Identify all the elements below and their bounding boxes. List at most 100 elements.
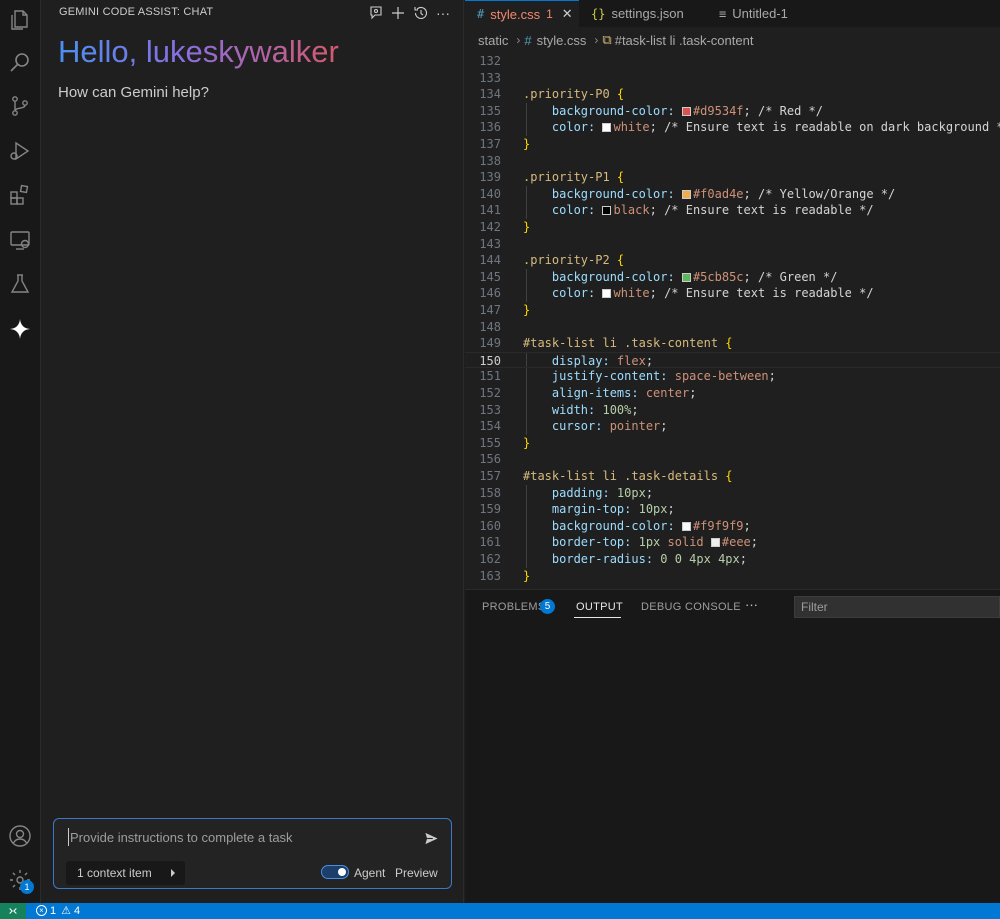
code-token: align-items: [523,386,646,400]
code-line[interactable]: 139 .priority-P1 { [465,169,1000,186]
code-line[interactable]: 160 background-color: #f9f9f9; [465,517,1000,535]
code-line[interactable]: 143 [465,236,1000,253]
tab-untitled-1[interactable]: ≡ Untitled-1 [705,0,817,27]
account-icon[interactable] [6,822,34,850]
line-number: 134 [479,87,501,102]
code-line[interactable]: 150 display: flex; [465,351,1000,369]
code-line[interactable]: 159 margin-top: 10px; [465,501,1000,518]
chat-prompt-input[interactable] [68,828,408,846]
color-swatch[interactable] [602,123,612,133]
code-line[interactable]: 147} [465,302,1000,319]
testing-icon[interactable] [6,270,34,298]
tab-style-css[interactable]: # style.css 1 ✕ [465,0,579,27]
search-icon[interactable] [6,49,34,77]
color-swatch[interactable] [602,206,612,216]
code-token: cursor: [523,419,610,434]
code-token: color: [523,286,603,301]
warning-icon: ⚠ [61,905,71,917]
code-line[interactable]: 146 color: white; /* Ensure text is read… [465,285,1000,302]
code-token: .priority-P1 [523,170,617,185]
code-line[interactable]: 136 color: white; /* Ensure text is read… [465,119,1000,136]
code-line[interactable]: 161 border-top: 1px solid #eee; [465,534,1000,551]
code-token: { [725,469,733,483]
extensions-icon[interactable] [6,181,34,209]
breadcrumb-symbol[interactable]: #task-list li .task-content [615,33,754,48]
tab-debug-console[interactable]: DEBUG CONSOLE [641,601,741,613]
code-line[interactable]: 135 background-color: #d9534f; /* Red */ [465,102,1000,120]
code-line[interactable]: 162 border-radius: 0 0 4px 4px; [465,551,1000,568]
tab-output[interactable]: OUTPUT [576,601,623,613]
chat-header: GEMINI CODE ASSIST: CHAT ··· [41,0,464,26]
code-line[interactable]: 144 .priority-P2 { [465,252,1000,269]
code-token: /* Green */ [757,269,838,284]
breadcrumb-file[interactable]: style.css [537,33,587,48]
line-number: 138 [479,153,501,168]
line-number: 144 [479,253,501,268]
tab-problems[interactable]: PROBLEMS [482,601,546,613]
code-token: pointer [609,419,661,434]
code-token: /* Ensure text is readable */ [664,286,874,301]
agent-toggle[interactable] [321,865,349,879]
color-swatch[interactable] [681,189,691,199]
code-line[interactable]: 148 [465,319,1000,336]
code-line[interactable]: 152 align-items: center; [465,385,1000,402]
css-file-icon: # [477,7,485,21]
code-token: ; [660,419,668,434]
remote-explorer-icon[interactable] [6,226,34,254]
json-file-icon: {} [591,6,606,21]
code-editor[interactable]: 132 133 134 .priority-P0 {135 background-co… [465,53,1000,589]
code-line[interactable]: 132 [465,53,1000,70]
new-chat-plus-icon[interactable] [388,3,408,23]
code-line[interactable]: 133 [465,70,1000,87]
breadcrumb-folder[interactable]: static [478,33,508,48]
code-token: .priority-P0 [523,87,617,102]
line-content: background-color: #f9f9f9; [523,518,751,535]
tab-settings-json[interactable]: {} settings.json [579,0,705,27]
code-line[interactable]: 151 justify-content: space-between; [465,368,1000,385]
code-token: /* Red */ [757,103,824,118]
status-problems[interactable]: × 1 ⚠ 4 [36,904,80,917]
code-line[interactable]: 138 [465,153,1000,170]
context-items-button[interactable]: 1 context item [66,861,185,885]
code-line[interactable]: 154 cursor: pointer; [465,418,1000,435]
code-line[interactable]: 134 .priority-P0 { [465,86,1000,103]
run-debug-icon[interactable] [6,137,34,165]
panel-more-icon[interactable]: ··· [745,597,758,612]
remote-indicator-icon[interactable] [0,903,26,919]
code-line[interactable]: 145 background-color: #5cb85c; /* Green … [465,268,1000,286]
selector-symbol-icon: ⧉ [602,32,612,47]
source-control-icon[interactable] [6,92,34,120]
code-line[interactable]: 140 background-color: #f0ad4e; /* Yellow… [465,185,1000,203]
code-line[interactable]: 158 padding: 10px; [465,484,1000,502]
code-line[interactable]: 142} [465,219,1000,236]
code-token: solid [667,535,711,550]
line-content: cursor: pointer; [523,418,668,435]
history-icon[interactable] [411,3,431,23]
code-line[interactable]: 141 color: black; /* Ensure text is read… [465,202,1000,219]
color-swatch[interactable] [681,521,691,531]
color-swatch[interactable] [602,289,612,299]
color-swatch[interactable] [681,106,691,116]
line-content: color: white; /* Ensure text is readable… [523,119,1000,136]
line-content: justify-content: space-between; [523,368,776,385]
gemini-icon[interactable] [6,315,34,343]
color-swatch[interactable] [710,538,720,548]
code-token: { [616,253,625,268]
chat-history-icon[interactable] [366,3,386,23]
code-line[interactable]: 153 width: 100%; [465,401,1000,419]
code-line[interactable]: 156 [465,451,1000,468]
code-line[interactable]: 163} [465,568,1000,585]
active-tab-indicator [574,617,621,618]
code-token: { [725,336,733,351]
filter-input[interactable] [794,596,1000,618]
close-icon[interactable]: ✕ [562,6,573,22]
more-actions-icon[interactable]: ··· [433,3,453,23]
code-line[interactable]: 157 #task-list li .task-details { [465,468,1000,485]
send-icon[interactable] [422,829,440,847]
code-line[interactable]: 155} [465,435,1000,452]
gemini-chat-panel: GEMINI CODE ASSIST: CHAT ··· Hello, luke… [41,0,464,903]
code-line[interactable]: 137} [465,136,1000,153]
color-swatch[interactable] [681,272,691,282]
code-line[interactable]: 149 #task-list li .task-content { [465,335,1000,352]
files-icon[interactable] [6,6,34,34]
